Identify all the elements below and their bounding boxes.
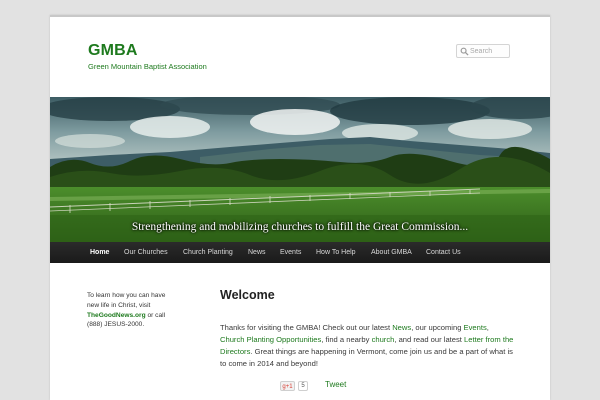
site-title[interactable]: GMBA [88, 42, 138, 60]
google-plus-count: 5 [298, 381, 308, 391]
tweet-button[interactable]: Tweet [325, 380, 346, 389]
nav-item-how-to-help[interactable]: How To Help [316, 242, 356, 263]
sidebar-text-line: TheGoodNews.org or call [87, 311, 187, 321]
sidebar-text-line: new life in Christ, visit [87, 301, 151, 309]
nav-item-news[interactable]: News [248, 242, 266, 263]
goodnews-link[interactable]: TheGoodNews.org [87, 312, 146, 319]
google-plus-button[interactable]: g+1 [280, 381, 295, 391]
search-input[interactable]: Search [470, 47, 492, 56]
banner-tagline: Strengthening and mobilizing churches to… [131, 221, 469, 233]
nav-item-home[interactable]: Home [90, 242, 109, 263]
page-container: GMBA Green Mountain Baptist Association … [50, 15, 550, 400]
intro-text: . Great things are happening in Vermont,… [220, 347, 513, 368]
nav-item-events[interactable]: Events [280, 242, 301, 263]
intro-text: Thanks for visiting the GMBA! Check out … [220, 323, 393, 332]
page-heading: Welcome [220, 288, 275, 302]
nav-item-our-churches[interactable]: Our Churches [124, 242, 168, 263]
search-box[interactable]: Search [456, 44, 510, 58]
top-border [50, 15, 550, 17]
church-planting-link[interactable]: Church Planting Opportunities [220, 335, 321, 344]
main-nav: Home Our Churches Church Planting News E… [50, 242, 550, 263]
search-icon [460, 47, 469, 56]
header-banner: Strengthening and mobilizing churches to… [50, 97, 550, 242]
events-link[interactable]: Events [464, 323, 487, 332]
welcome-paragraph: Thanks for visiting the GMBA! Check out … [220, 322, 515, 370]
church-link[interactable]: church [372, 335, 395, 344]
intro-text: , [486, 323, 489, 332]
intro-text: , find a nearby [321, 335, 372, 344]
news-link[interactable]: News [392, 323, 411, 332]
sidebar-text-line: To learn how you can have [87, 292, 166, 299]
nav-item-about-gmba[interactable]: About GMBA [371, 242, 412, 263]
site-description: Green Mountain Baptist Association [88, 62, 207, 71]
sidebar-widget: To learn how you can have new life in Ch… [87, 291, 187, 330]
intro-text: , our upcoming [411, 323, 464, 332]
sidebar-text: or call [145, 311, 166, 319]
sidebar-text-line: (888) JESUS-2000. [87, 321, 145, 329]
intro-text: , and read our latest [394, 335, 465, 344]
nav-item-contact-us[interactable]: Contact Us [426, 242, 461, 263]
nav-item-church-planting[interactable]: Church Planting [183, 242, 233, 263]
